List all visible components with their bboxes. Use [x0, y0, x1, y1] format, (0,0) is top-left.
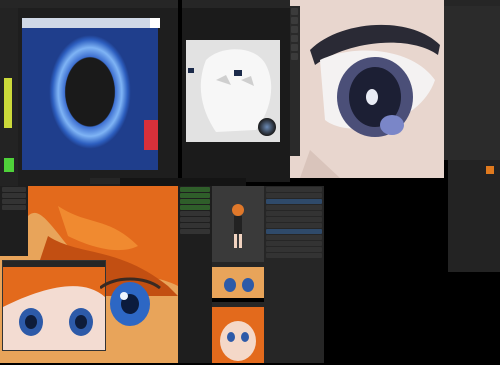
eye-illustration [300, 24, 440, 178]
vertical-toolbar [290, 6, 300, 156]
prop-row[interactable] [266, 205, 322, 210]
left-tool-strip [0, 8, 18, 188]
tool-button[interactable] [291, 17, 298, 24]
canvas-tab[interactable] [22, 18, 158, 28]
tool-button[interactable] [291, 35, 298, 42]
layer-row[interactable] [180, 205, 210, 210]
face-subwindow [2, 260, 106, 351]
layer-row[interactable] [180, 187, 210, 192]
prop-row[interactable] [266, 229, 322, 234]
prop-row[interactable] [266, 241, 322, 246]
prop-row[interactable] [266, 223, 322, 228]
color-swatch-green[interactable] [4, 158, 14, 172]
sketch-canvas-window [182, 0, 290, 182]
layer-row[interactable] [180, 199, 210, 204]
top-left-window [0, 0, 182, 190]
canvas-corner-white [150, 18, 160, 28]
prop-row[interactable] [266, 187, 322, 192]
model-properties-panel [264, 186, 324, 363]
large-eye [100, 277, 161, 326]
texture-canvas[interactable] [22, 28, 158, 170]
tool-button[interactable] [291, 8, 298, 15]
preview-top-face [224, 278, 254, 292]
tool-button[interactable] [291, 53, 298, 60]
sketch-side-mark [188, 68, 194, 73]
panel-row[interactable] [2, 193, 26, 198]
hair-side-panel [0, 186, 28, 256]
center-bottom-panel [178, 186, 212, 363]
model-figure [232, 204, 244, 248]
right-properties-panel [444, 0, 500, 160]
layer-row[interactable] [180, 229, 210, 234]
panel-row[interactable] [2, 205, 26, 210]
tool-button[interactable] [291, 26, 298, 33]
eye-closeup-window [290, 0, 444, 178]
face-illustration [3, 267, 105, 336]
brush-preview[interactable] [258, 118, 276, 136]
preview-window-bottom [212, 302, 264, 363]
layer-row[interactable] [180, 211, 210, 216]
canvas-corner-red [144, 120, 158, 150]
tool-button[interactable] [291, 44, 298, 51]
hair-canvas-window [0, 186, 178, 363]
layer-row[interactable] [180, 217, 210, 222]
list-item[interactable] [444, 52, 500, 56]
properties-list [444, 6, 500, 56]
orange-icon[interactable] [486, 166, 494, 174]
sketch-title-bar [182, 0, 290, 8]
prop-row[interactable] [266, 235, 322, 240]
preview-bottom-face [220, 321, 256, 361]
sketch-canvas[interactable] [186, 40, 280, 142]
panel-row[interactable] [2, 187, 26, 192]
layer-row[interactable] [180, 223, 210, 228]
model-viewport[interactable] [212, 186, 264, 266]
prop-row[interactable] [266, 253, 322, 258]
panel-row[interactable] [2, 199, 26, 204]
prop-row[interactable] [266, 199, 322, 204]
prop-row[interactable] [266, 247, 322, 252]
prop-row[interactable] [266, 211, 322, 216]
color-swatch-yellow[interactable] [4, 78, 12, 128]
prop-row[interactable] [266, 193, 322, 198]
center-status-strip [120, 178, 246, 186]
layer-item[interactable] [448, 220, 500, 224]
right-lower-panel [448, 160, 500, 272]
prop-row[interactable] [266, 217, 322, 222]
window-title-bar [0, 0, 182, 8]
sketch-mark [234, 70, 242, 76]
preview-window-top [212, 262, 264, 298]
layer-row[interactable] [180, 193, 210, 198]
